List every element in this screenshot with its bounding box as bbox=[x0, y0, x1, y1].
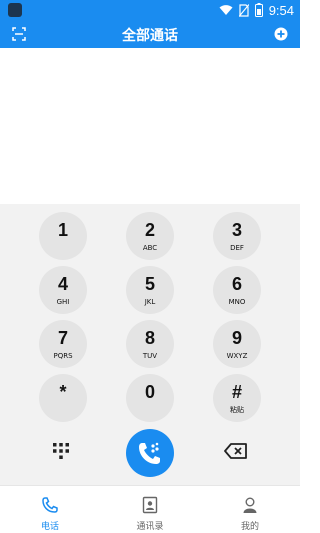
tab-label: 电话 bbox=[40, 522, 59, 532]
profile-icon bbox=[243, 497, 257, 513]
key-digit: 9 bbox=[231, 328, 242, 348]
key-hash-paste[interactable]: # 粘贴 bbox=[213, 374, 261, 422]
key-letters: DEF bbox=[230, 244, 244, 252]
key-digit: 2 bbox=[144, 220, 155, 240]
backspace-icon[interactable] bbox=[224, 443, 248, 459]
key-digit: 0 bbox=[144, 382, 155, 402]
clock: 9:54 bbox=[268, 2, 294, 18]
key-letters: ABC bbox=[142, 244, 158, 252]
no-sim-icon bbox=[238, 3, 249, 17]
contacts-icon bbox=[142, 496, 158, 514]
top-toolbar: 全部通话 bbox=[0, 20, 300, 48]
key-star[interactable]: * bbox=[39, 374, 87, 422]
key-letters: JKL bbox=[144, 298, 156, 306]
status-icons: 9:54 bbox=[219, 2, 294, 18]
key-digit: 1 bbox=[57, 220, 68, 240]
key-digit: # bbox=[231, 382, 242, 402]
tab-label: 通讯录 bbox=[136, 522, 164, 532]
tab-contacts[interactable]: 通讯录 bbox=[100, 486, 200, 533]
key-6[interactable]: 6 MNO bbox=[213, 266, 261, 314]
key-digit: 4 bbox=[57, 274, 68, 294]
call-button[interactable] bbox=[126, 429, 174, 477]
key-letters: TUV bbox=[142, 352, 158, 360]
key-5[interactable]: 5 JKL bbox=[126, 266, 174, 314]
key-1[interactable]: 1 bbox=[39, 212, 87, 260]
key-digit: 7 bbox=[57, 328, 68, 348]
key-7[interactable]: 7 PQRS bbox=[39, 320, 87, 368]
key-letters: WXYZ bbox=[226, 352, 248, 360]
page-title: 全部通话 bbox=[122, 28, 178, 44]
battery-icon bbox=[254, 3, 263, 17]
key-letters: GHI bbox=[56, 298, 70, 306]
key-digit: 8 bbox=[144, 328, 155, 348]
bottom-tab-bar: 电话 通讯录 我的 bbox=[0, 485, 300, 533]
key-4[interactable]: 4 GHI bbox=[39, 266, 87, 314]
key-8[interactable]: 8 TUV bbox=[126, 320, 174, 368]
key-digit: 6 bbox=[231, 274, 242, 294]
tab-profile[interactable]: 我的 bbox=[200, 486, 300, 533]
key-9[interactable]: 9 WXYZ bbox=[213, 320, 261, 368]
phone-call-icon bbox=[139, 442, 160, 464]
key-letters: MNO bbox=[228, 298, 246, 306]
status-bar: 9:54 bbox=[0, 0, 300, 20]
tab-label: 我的 bbox=[240, 522, 259, 532]
key-0[interactable]: 0 bbox=[126, 374, 174, 422]
key-2[interactable]: 2 ABC bbox=[126, 212, 174, 260]
phone-icon bbox=[42, 497, 58, 513]
key-letters: PQRS bbox=[53, 352, 73, 360]
wifi-icon bbox=[219, 5, 233, 15]
app-notification-icon bbox=[8, 3, 22, 17]
key-letters: 粘贴 bbox=[230, 406, 244, 414]
key-digit: 3 bbox=[231, 220, 242, 240]
key-digit: 5 bbox=[144, 274, 155, 294]
key-3[interactable]: 3 DEF bbox=[213, 212, 261, 260]
key-digit: * bbox=[59, 382, 67, 402]
tab-phone[interactable]: 电话 bbox=[0, 486, 100, 533]
call-log-area bbox=[0, 48, 300, 204]
dialpad-toggle-icon[interactable] bbox=[52, 442, 70, 460]
add-icon[interactable] bbox=[274, 27, 288, 41]
